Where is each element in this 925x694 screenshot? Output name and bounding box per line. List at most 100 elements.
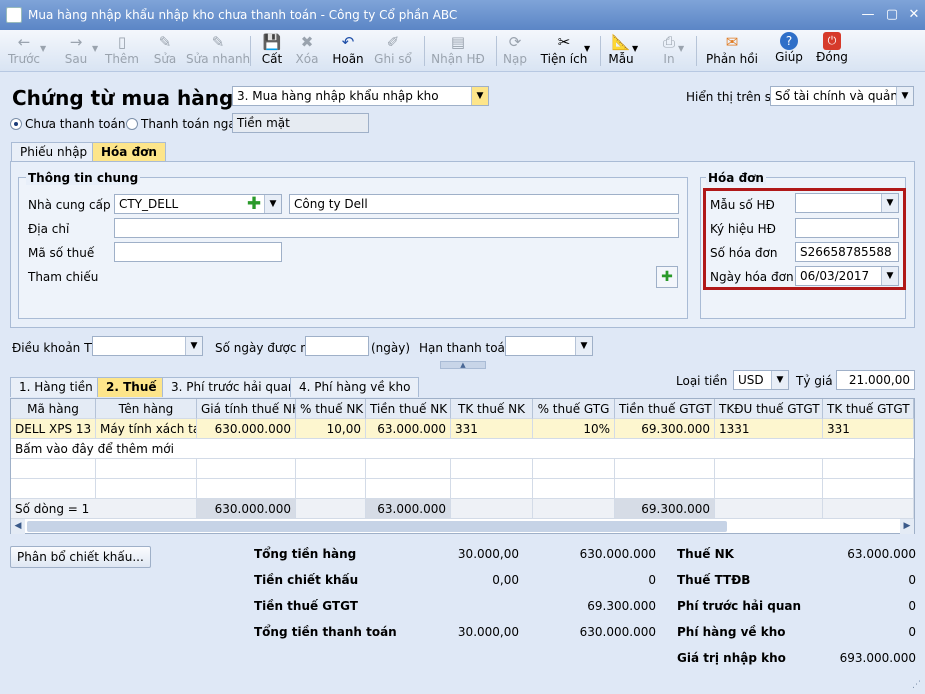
add-button[interactable]: ▯ Thêm <box>104 32 140 70</box>
grid-cell[interactable] <box>96 459 197 479</box>
invoice-symbol-field[interactable] <box>795 218 899 238</box>
grid-cell[interactable]: 69.300.000 <box>615 499 715 519</box>
grid-cell[interactable] <box>715 459 823 479</box>
grid-cell[interactable] <box>197 459 296 479</box>
grid-cell[interactable]: 69.300.000 <box>615 419 715 439</box>
column-header[interactable]: TK thuế GTGT <box>823 399 914 419</box>
grid-cell[interactable] <box>96 479 197 499</box>
exchange-rate-field[interactable]: 21.000,00 <box>836 370 915 390</box>
grid-cell[interactable] <box>615 479 715 499</box>
chevron-down-icon[interactable]: ▼ <box>896 87 913 105</box>
save-button[interactable]: 💾 Cất <box>258 32 286 70</box>
grid-cell[interactable] <box>11 459 96 479</box>
tab-phi-truoc-hai-quan[interactable]: 3. Phí trước hải quan <box>162 377 305 397</box>
grid-cell[interactable] <box>715 479 823 499</box>
grid-cell[interactable]: 331 <box>451 419 533 439</box>
table-row[interactable] <box>11 459 914 479</box>
grid-cell[interactable] <box>296 459 366 479</box>
grid-cell[interactable] <box>715 499 823 519</box>
chevron-down-icon[interactable]: ▼ <box>264 195 281 213</box>
post-button[interactable]: ✐ Ghi sổ <box>372 32 414 70</box>
chevron-down-icon[interactable]: ▼ <box>881 194 898 212</box>
chevron-down-icon[interactable]: ▼ <box>632 44 638 53</box>
column-header[interactable]: % thuế NK <box>296 399 366 419</box>
help-button[interactable]: ? Giúp <box>772 32 806 70</box>
chevron-down-icon[interactable]: ▼ <box>575 337 592 355</box>
tab-hoa-don[interactable]: Hóa đơn <box>92 142 166 162</box>
due-date-picker[interactable]: ▼ <box>505 336 593 356</box>
scroll-left-icon[interactable]: ◀ <box>11 519 25 534</box>
grid-cell[interactable]: 63.000.000 <box>366 419 451 439</box>
chevron-down-icon[interactable]: ▼ <box>471 87 488 105</box>
grid-cell[interactable]: 10,00 <box>296 419 366 439</box>
add-row-hint[interactable]: Bấm vào đây để thêm mới <box>11 439 914 459</box>
column-header[interactable]: Tên hàng <box>96 399 197 419</box>
quick-edit-button[interactable]: ✎ Sửa nhanh <box>186 32 250 70</box>
table-row[interactable]: DELL XPS 13 Máy tính xách tay 630.000.000 1… <box>11 419 914 439</box>
column-header[interactable]: Tiền thuế NK <box>366 399 451 419</box>
chevron-down-icon[interactable]: ▼ <box>92 44 98 53</box>
grid-cell[interactable] <box>533 479 615 499</box>
delete-button[interactable]: ✖ Xóa <box>292 32 322 70</box>
grid-cell[interactable] <box>451 499 533 519</box>
column-header[interactable]: % thuế GTG <box>533 399 615 419</box>
add-supplier-icon[interactable]: ✚ <box>245 195 263 213</box>
chevron-down-icon[interactable]: ▼ <box>771 371 788 389</box>
close-icon[interactable]: ✕ <box>904 6 924 24</box>
grid-cell[interactable] <box>823 499 914 519</box>
utilities-button[interactable]: ✂ Tiện ích <box>540 32 588 70</box>
address-field[interactable] <box>114 218 679 238</box>
grid-cell[interactable]: DELL XPS 13 <box>11 419 96 439</box>
tab-hang-tien[interactable]: 1. Hàng tiền <box>10 377 102 397</box>
grid-cell[interactable]: 331 <box>823 419 914 439</box>
display-select[interactable]: Sổ tài chính và quản trị ▼ <box>770 86 914 106</box>
grid-cell[interactable] <box>296 499 366 519</box>
grid-cell[interactable]: 630.000.000 <box>197 499 296 519</box>
grid-cell[interactable]: 63.000.000 <box>366 499 451 519</box>
column-header[interactable]: TK thuế NK <box>451 399 533 419</box>
add-row-text[interactable]: Bấm vào đây để thêm mới <box>11 439 914 459</box>
grid-cell[interactable] <box>823 459 914 479</box>
column-header[interactable]: Tiền thuế GTGT <box>615 399 715 419</box>
grid-cell[interactable] <box>615 459 715 479</box>
scroll-right-icon[interactable]: ▶ <box>900 519 914 534</box>
grid-cell[interactable]: Số dòng = 1 <box>11 499 197 519</box>
add-reference-icon[interactable]: ✚ <box>656 266 678 288</box>
chevron-down-icon[interactable]: ▼ <box>185 337 202 355</box>
next-button[interactable]: → Sau <box>56 32 96 70</box>
tax-code-field[interactable] <box>114 242 282 262</box>
reload-button[interactable]: ⟳ Nạp <box>500 32 530 70</box>
scrollbar-thumb[interactable] <box>27 521 727 532</box>
chevron-down-icon[interactable]: ▼ <box>678 44 684 53</box>
grid-cell[interactable]: 630.000.000 <box>197 419 296 439</box>
minimize-icon[interactable]: — <box>858 6 878 24</box>
chevron-down-icon[interactable]: ▼ <box>881 267 898 285</box>
receive-invoice-button[interactable]: ▤ Nhận HĐ <box>428 32 488 70</box>
tab-thue[interactable]: 2. Thuế <box>97 377 166 397</box>
grid-cell[interactable] <box>366 479 451 499</box>
grid-cell[interactable]: 10% <box>533 419 615 439</box>
close-button[interactable]: ⏻ Đóng <box>812 32 852 70</box>
maximize-icon[interactable]: ▢ <box>882 6 902 24</box>
grid-cell[interactable] <box>296 479 366 499</box>
terms-select[interactable]: ▼ <box>92 336 203 356</box>
undo-button[interactable]: ↶ Hoãn <box>328 32 368 70</box>
radio-unpaid[interactable] <box>10 118 22 130</box>
grid-cell[interactable] <box>451 459 533 479</box>
edit-button[interactable]: ✎ Sửa <box>148 32 182 70</box>
invoice-date-picker[interactable]: 06/03/2017 ▼ <box>795 266 899 286</box>
supplier-name-field[interactable]: Công ty Dell <box>289 194 679 214</box>
grid-cell[interactable] <box>533 499 615 519</box>
column-header[interactable]: Giá tính thuế NK <box>197 399 296 419</box>
grid-cell[interactable]: Máy tính xách tay <box>96 419 197 439</box>
resize-grip-icon[interactable]: ⋰ <box>912 680 924 692</box>
column-header[interactable]: TKĐU thuế GTGT <box>715 399 823 419</box>
grid-cell[interactable] <box>197 479 296 499</box>
credit-days-field[interactable] <box>305 336 369 356</box>
grid-cell[interactable]: 1331 <box>715 419 823 439</box>
grid-cell[interactable] <box>451 479 533 499</box>
chevron-down-icon[interactable]: ▼ <box>40 44 46 53</box>
column-header[interactable]: Mã hàng <box>11 399 96 419</box>
collapse-handle[interactable]: ▲ <box>440 361 486 369</box>
grid-cell[interactable] <box>11 479 96 499</box>
